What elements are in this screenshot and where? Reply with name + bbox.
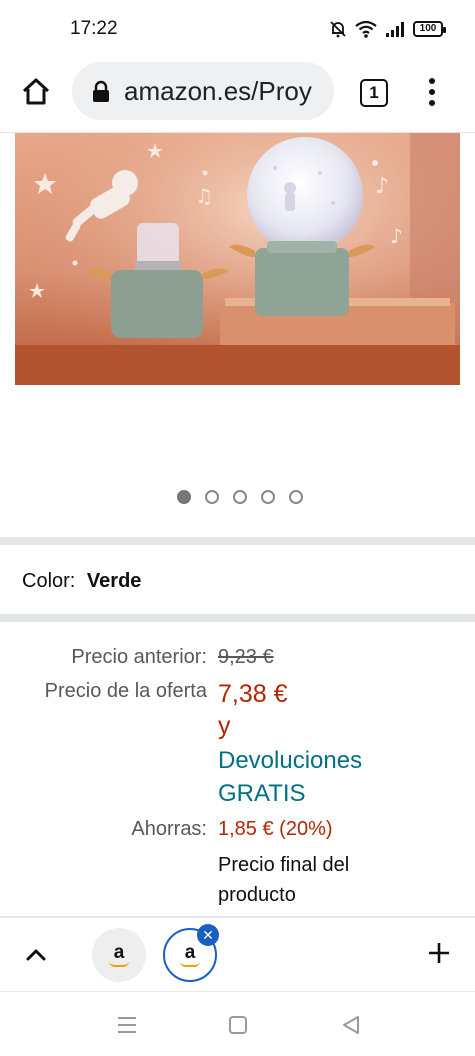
savings-label: Ahorras: bbox=[131, 818, 207, 840]
tab-strip: a a ✕ bbox=[0, 918, 475, 992]
home-icon bbox=[22, 78, 50, 105]
carousel-dot[interactable] bbox=[176, 490, 191, 504]
free-returns-line1: Devoluciones bbox=[218, 747, 363, 774]
svg-text:♪: ♪ bbox=[390, 224, 403, 248]
wifi-icon bbox=[355, 20, 377, 38]
free-returns-link[interactable]: Devoluciones GRATIS bbox=[218, 744, 362, 810]
tabs-button[interactable]: 1 bbox=[360, 79, 388, 107]
previous-price-value: 9,23 € bbox=[218, 646, 274, 668]
status-time: 17:22 bbox=[70, 18, 118, 39]
color-selection[interactable]: Color: Verde bbox=[22, 570, 141, 593]
status-icons: 100 bbox=[329, 20, 446, 38]
section-divider bbox=[0, 537, 475, 545]
color-label: Color: bbox=[22, 570, 76, 592]
image-carousel-dots bbox=[0, 490, 475, 504]
deal-price-label: Precio de la oferta bbox=[44, 680, 207, 702]
chevron-up-icon[interactable] bbox=[22, 944, 50, 964]
menu-dot bbox=[429, 78, 435, 84]
plus-icon[interactable] bbox=[424, 938, 454, 968]
deal-price-value: 7,38 € bbox=[218, 680, 288, 708]
mute-bell-icon bbox=[329, 20, 347, 38]
back-triangle-icon[interactable] bbox=[338, 1012, 364, 1038]
tab-amazon-1[interactable]: a bbox=[92, 928, 146, 982]
address-bar[interactable]: amazon.es/Proy bbox=[72, 62, 334, 120]
savings-value: 1,85 € (20%) bbox=[218, 818, 333, 840]
close-tab-icon[interactable]: ✕ bbox=[197, 924, 219, 946]
carousel-dot[interactable] bbox=[288, 490, 303, 504]
free-returns-line2: GRATIS bbox=[218, 780, 306, 807]
amazon-logo-icon: a bbox=[106, 942, 132, 968]
section-divider bbox=[0, 614, 475, 622]
system-nav-bar bbox=[0, 992, 475, 1056]
url-text: amazon.es/Proy bbox=[124, 75, 312, 106]
overflow-menu-button[interactable] bbox=[420, 74, 444, 110]
recents-menu-icon[interactable] bbox=[114, 1012, 140, 1038]
carousel-dot[interactable] bbox=[204, 490, 219, 504]
lock-icon bbox=[92, 79, 110, 103]
status-bar: 17:22 100 bbox=[0, 0, 475, 60]
home-button[interactable] bbox=[18, 74, 54, 110]
signal-icon bbox=[385, 21, 405, 37]
previous-price-label: Precio anterior: bbox=[71, 646, 207, 668]
final-price-note: Precio final del producto bbox=[218, 854, 350, 906]
carousel-dot[interactable] bbox=[260, 490, 275, 504]
amazon-logo-icon: a bbox=[177, 942, 203, 968]
home-square-icon[interactable] bbox=[225, 1012, 251, 1038]
deal-conjunction: y bbox=[218, 712, 231, 740]
color-value: Verde bbox=[86, 570, 142, 592]
carousel-dot[interactable] bbox=[232, 490, 247, 504]
battery-icon: 100 bbox=[413, 21, 446, 37]
browser-toolbar: amazon.es/Proy 1 bbox=[0, 60, 475, 124]
menu-dot bbox=[429, 100, 435, 106]
product-image[interactable]: ♪ ♫ ♪ bbox=[15, 133, 460, 385]
svg-text:♪: ♪ bbox=[375, 174, 389, 199]
svg-text:♫: ♫ bbox=[195, 184, 213, 208]
menu-dot bbox=[429, 89, 435, 95]
